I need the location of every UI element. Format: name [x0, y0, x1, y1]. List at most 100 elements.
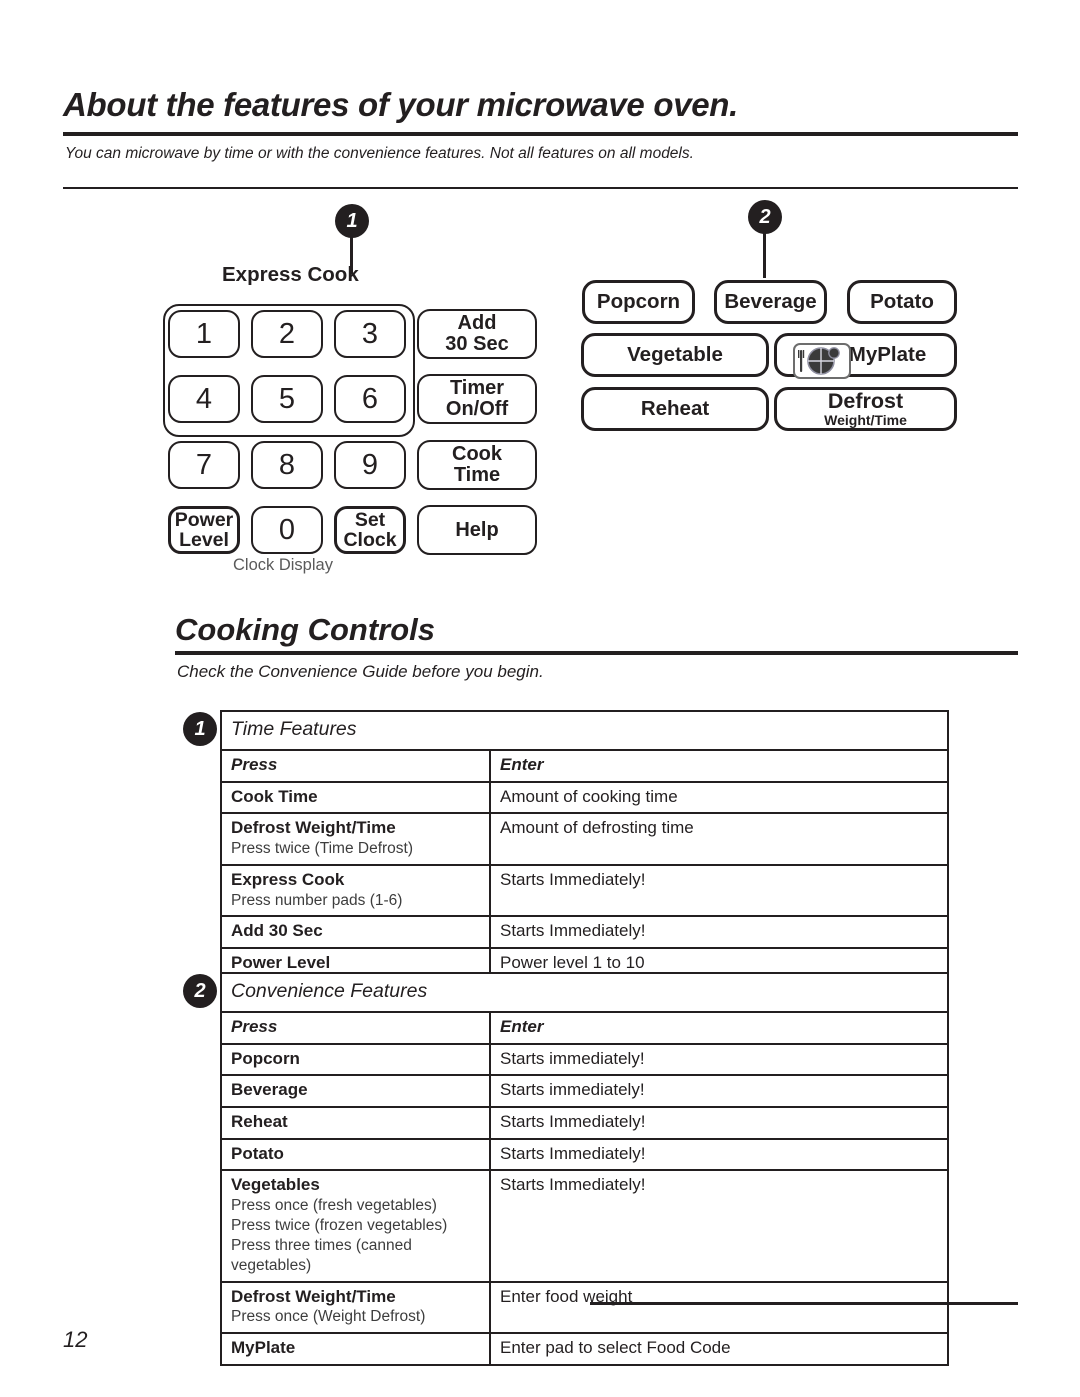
- enter-label: Enter pad to select Food Code: [500, 1338, 731, 1358]
- enter-label: Power level 1 to 10: [500, 953, 645, 973]
- press-cell: Vegetables Press once (fresh vegetables)…: [220, 1169, 491, 1283]
- press-cell: Cook Time: [220, 780, 491, 815]
- enter-cell: Starts Immediately!: [489, 915, 949, 950]
- press-sublabel: Press twice (Time Defrost): [231, 839, 414, 857]
- button-myplate[interactable]: MyPlate: [774, 333, 957, 379]
- key-add-30-sec[interactable]: Add 30 Sec: [417, 309, 537, 359]
- press-label: MyPlate: [231, 1338, 296, 1358]
- enter-cell: Starts Immediately!: [488, 1105, 950, 1140]
- press-label: Express Cook: [231, 869, 345, 889]
- section-title: Cooking Controls: [175, 612, 436, 647]
- key-0-label: 0: [278, 513, 296, 546]
- enter-cell: Starts Immediately!: [489, 863, 949, 918]
- button-defrost-label: Defrost: [827, 389, 904, 414]
- key-8[interactable]: 8: [251, 441, 323, 489]
- press-label: Defrost Weight/Time: [231, 818, 396, 838]
- press-cell: MyPlate: [220, 1332, 491, 1366]
- key-timer-line1: Timer: [449, 377, 505, 400]
- enter-label: Starts Immediately!: [500, 921, 646, 941]
- table-title-row: Convenience Features: [219, 972, 950, 1013]
- callout-stem-2: [763, 232, 766, 278]
- button-myplate-label: MyPlate: [848, 343, 927, 367]
- enter-label: Starts Immediately!: [500, 1175, 646, 1195]
- clock-display-label: Clock Display: [233, 556, 333, 574]
- enter-label: Starts Immediately!: [500, 1143, 646, 1163]
- key-9-label: 9: [361, 448, 379, 481]
- press-cell: Defrost Weight/Time Press once (Weight D…: [220, 1280, 491, 1335]
- press-label: Beverage: [231, 1080, 308, 1100]
- time-features-table: Time Features Press Enter Cook Time Amou…: [220, 710, 949, 981]
- enter-label: Starts immediately!: [500, 1080, 645, 1100]
- button-popcorn[interactable]: Popcorn: [582, 280, 695, 324]
- press-label: Reheat: [231, 1111, 288, 1131]
- enter-label: Starts immediately!: [500, 1048, 645, 1068]
- enter-label: Amount of cooking time: [500, 786, 678, 806]
- press-label: Add 30 Sec: [231, 921, 323, 941]
- key-set-clock[interactable]: Set Clock: [334, 506, 406, 554]
- table-row: Defrost Weight/Time Press twice (Time De…: [220, 812, 949, 866]
- callout-badge-1: 1: [335, 204, 369, 238]
- press-cell: Defrost Weight/Time Press twice (Time De…: [220, 812, 491, 866]
- column-header-enter: Enter: [488, 1010, 950, 1045]
- button-defrost[interactable]: Defrost Weight/Time: [774, 387, 957, 431]
- column-header-press: Press: [220, 748, 491, 783]
- press-cell: Potato: [220, 1137, 491, 1172]
- enter-cell: Amount of cooking time: [489, 780, 949, 815]
- table-row: Beverage Starts immediately!: [220, 1074, 950, 1108]
- press-label: Power Level: [231, 953, 331, 973]
- button-potato[interactable]: Potato: [847, 280, 957, 324]
- plate-with-fork-icon: [793, 343, 851, 379]
- press-sublabel: Press once (fresh vegetables) Press twice…: [231, 1197, 448, 1274]
- key-timer-line2: On/Off: [445, 398, 509, 420]
- enter-label: Amount of defrosting time: [500, 818, 694, 838]
- key-help[interactable]: Help: [417, 505, 537, 555]
- convenience-features-table: Convenience Features Press Enter Popcorn…: [219, 972, 950, 1366]
- key-add-30-sec-line2: 30 Sec: [445, 333, 509, 355]
- table-row: MyPlate Enter pad to select Food Code: [220, 1332, 950, 1366]
- key-7[interactable]: 7: [168, 441, 240, 489]
- table-row: Defrost Weight/Time Press once (Weight D…: [220, 1280, 950, 1335]
- key-9[interactable]: 9: [334, 441, 406, 489]
- header-rule-top: [63, 131, 1018, 136]
- enter-cell: Amount of defrosting time: [489, 812, 949, 866]
- button-vegetable[interactable]: Vegetable: [581, 333, 769, 377]
- enter-label: Starts Immediately!: [500, 1111, 646, 1131]
- key-7-label: 7: [195, 448, 213, 481]
- key-set-clock-line1: Set: [354, 508, 386, 531]
- footer-rule: [590, 1302, 1018, 1305]
- enter-cell: Enter food weight: [488, 1280, 950, 1335]
- key-power-level-line2: Level: [179, 529, 229, 551]
- press-label: Potato: [231, 1143, 284, 1163]
- button-beverage[interactable]: Beverage: [714, 280, 827, 324]
- key-timer-on-off[interactable]: Timer On/Off: [417, 374, 537, 424]
- press-cell: Add 30 Sec: [220, 915, 491, 950]
- enter-label: Starts Immediately!: [500, 869, 646, 889]
- press-sublabel: Press number pads (1-6): [231, 891, 403, 909]
- key-add-30-sec-line1: Add: [457, 312, 497, 335]
- table-badge-1: 1: [183, 712, 217, 746]
- press-cell: Express Cook Press number pads (1-6): [220, 863, 491, 918]
- section-subtitle: Check the Convenience Guide before you b…: [177, 662, 544, 681]
- button-reheat[interactable]: Reheat: [581, 387, 769, 431]
- enter-cell: Starts Immediately!: [488, 1169, 950, 1283]
- page-title: About the features of your microwave ove…: [63, 86, 739, 123]
- table-title: Convenience Features: [219, 972, 950, 1013]
- column-header-press: Press: [220, 1010, 491, 1045]
- table-row: Vegetables Press once (fresh vegetables)…: [220, 1169, 950, 1283]
- page-number: 12: [63, 1327, 88, 1352]
- key-cook-time-line1: Cook: [452, 443, 502, 466]
- callout-stem-1: [350, 236, 353, 274]
- enter-cell: Starts immediately!: [488, 1074, 950, 1108]
- key-0[interactable]: 0: [251, 506, 323, 554]
- table-title-row: Time Features: [220, 710, 949, 751]
- key-cook-time[interactable]: Cook Time: [417, 440, 537, 490]
- key-power-level[interactable]: Power Level: [168, 506, 240, 554]
- table-header-row: Press Enter: [220, 1010, 950, 1045]
- intro-text: You can microwave by time or with the co…: [65, 145, 694, 162]
- header-rule-bottom: [63, 187, 1018, 189]
- press-cell: Reheat: [220, 1105, 491, 1140]
- table-header-row: Press Enter: [220, 748, 949, 783]
- table-row: Potato Starts Immediately!: [220, 1137, 950, 1172]
- press-label: Vegetables: [231, 1175, 320, 1195]
- press-label: Popcorn: [231, 1048, 300, 1068]
